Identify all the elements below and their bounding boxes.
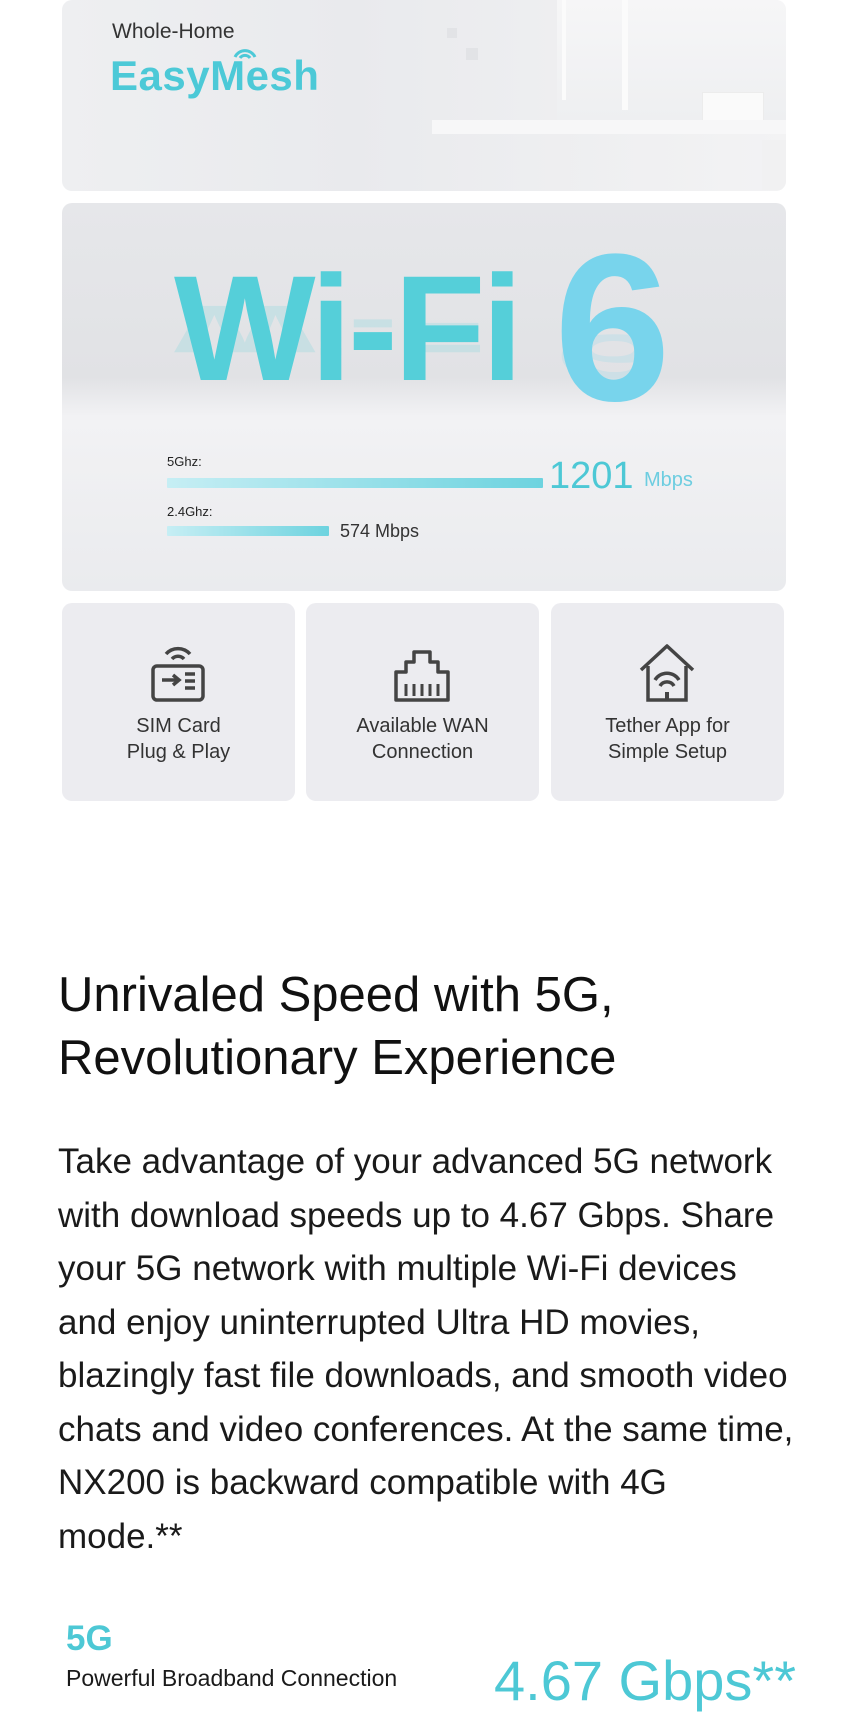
room-furniture-decoration bbox=[702, 92, 764, 122]
band-24ghz-speed-value: 574 Mbps bbox=[340, 521, 420, 541]
band-24ghz-speed-bar bbox=[167, 526, 329, 536]
sim-card-icon bbox=[151, 646, 205, 702]
section-headline: Unrivaled Speed with 5G, Revolutionary E… bbox=[58, 968, 617, 1085]
easymesh-kicker: Whole-Home bbox=[112, 20, 235, 43]
band-5ghz-speed-value: 1201 bbox=[549, 455, 634, 497]
band-24ghz-label: 2.4Ghz: bbox=[167, 504, 213, 519]
band-5ghz-speed-unit: Mbps bbox=[644, 469, 693, 491]
feature-tile-label: Available WAN Connection bbox=[356, 715, 489, 763]
feature-tile-wan: Available WAN Connection bbox=[306, 603, 539, 801]
stat-label: 5G bbox=[66, 1619, 113, 1658]
band-5ghz-label: 5Ghz: bbox=[167, 454, 202, 469]
mesh-signal-icon bbox=[233, 49, 257, 60]
feature-tile-label: SIM Card Plug & Play bbox=[126, 715, 231, 763]
wifi6-banner: Wi-Fi 6 Wi-Fi 6 5Ghz: 1201 Mbps 2.4Ghz: … bbox=[62, 203, 786, 591]
home-wifi-icon bbox=[639, 644, 695, 702]
stat-value: 4.67 Gbps** bbox=[494, 1649, 796, 1712]
easymesh-logo-text: EasyMesh bbox=[110, 52, 320, 99]
section-body-text: Take advantage of your advanced 5G netwo… bbox=[58, 1142, 794, 1556]
ethernet-port-icon bbox=[394, 650, 450, 702]
feature-tile-sim: SIM Card Plug & Play bbox=[62, 603, 295, 801]
stat-sublabel: Powerful Broadband Connection bbox=[66, 1665, 398, 1691]
easymesh-banner: Whole-Home EasyMesh bbox=[62, 0, 786, 191]
band-5ghz-speed-bar bbox=[167, 478, 543, 488]
wifi-title: Wi-Fi bbox=[174, 244, 523, 412]
feature-tile-app: Tether App for Simple Setup bbox=[551, 603, 784, 801]
feature-tile-label: Tether App for Simple Setup bbox=[605, 715, 730, 763]
wifi-six-number: 6 bbox=[554, 210, 671, 445]
